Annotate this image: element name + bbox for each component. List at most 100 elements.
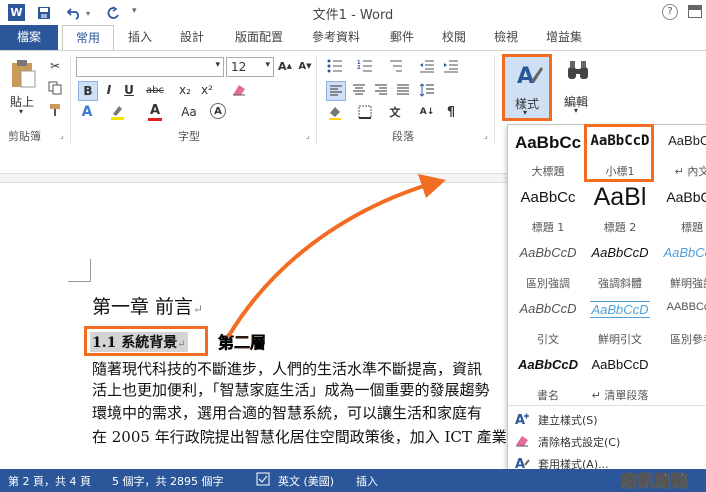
editing-button[interactable]: 編輯 ▾ [558,55,598,119]
style-name: 大標題 [531,165,565,178]
tab-mailings[interactable]: 郵件 [380,25,424,50]
grow-font-icon[interactable]: A ▲ [276,57,294,75]
font-size-combo[interactable]: 12 ▾ [226,57,274,77]
subscript-button[interactable]: x₂ [176,81,194,99]
tab-file[interactable]: 檔案 [0,25,58,50]
styles-icon: A [517,64,543,89]
margin-corner-mark [68,259,91,282]
align-right-icon[interactable] [372,81,390,99]
tab-references[interactable]: 參考資料 [302,25,370,50]
language-status[interactable]: 英文 (美國) [278,473,334,489]
style-item[interactable]: AaBbCcD 鮮明強調 [656,237,706,294]
paragraph-launcher-icon[interactable]: ⌟ [484,131,488,140]
align-center-icon[interactable] [350,81,368,99]
tab-layout[interactable]: 版面配置 [225,25,293,50]
style-item[interactable]: AaBbCcD 書名 [512,349,584,406]
style-preview: AaBbCcD [591,357,649,372]
tab-design[interactable]: 設計 [170,25,214,50]
line-spacing-icon[interactable] [418,81,436,99]
proofing-icon[interactable] [256,472,270,489]
decrease-indent-icon[interactable] [418,57,436,75]
strikethrough-button[interactable]: abc [146,81,164,99]
clear-formatting-menu-item[interactable]: 清除格式設定(C) [508,430,706,452]
style-name: 區別強調 [526,277,570,290]
style-name: 區別參考 [670,333,706,346]
font-size-dropdown-icon[interactable]: ▾ [265,60,270,70]
increase-indent-icon[interactable] [442,57,460,75]
italic-button[interactable]: I [100,81,118,99]
style-preview: AaBbCc [520,189,576,206]
svg-text:A: A [517,64,534,89]
change-case-icon[interactable]: Aa [180,103,198,121]
multilevel-list-icon[interactable] [386,57,404,75]
copy-icon[interactable] [46,79,64,97]
cut-icon[interactable]: ✂ [46,57,64,75]
borders-icon[interactable] [356,103,374,121]
style-preview: AaBbCc [514,133,582,152]
highlight-color-icon[interactable] [108,103,126,121]
style-item[interactable]: AaBbCc 標題 1 [512,181,584,238]
style-preview: AaBbCc [668,133,706,148]
chapter-heading: 第一章 前言↵ [92,292,203,319]
paste-button[interactable]: 貼上 ▾ [6,57,40,116]
font-launcher-icon[interactable]: ⌟ [306,131,310,140]
style-item[interactable]: AaBbCcD 引文 [512,293,584,350]
font-color-icon[interactable]: A [146,101,164,121]
text-effects-icon[interactable]: A [78,103,96,121]
style-name: 強調斜體 [598,277,642,290]
section-subheading[interactable]: 1.1 系統背景↵ [90,332,188,352]
chapter-heading-text: 第一章 前言 [92,296,194,318]
section-subheading-text: 1.1 系統背景 [92,335,178,351]
separator [494,55,495,143]
underline-button[interactable]: U [120,81,138,99]
word-count[interactable]: 5 個字，共 2895 個字 [112,473,223,489]
clipboard-launcher-icon[interactable]: ⌟ [60,131,64,140]
style-preview: AaBbCc [666,189,706,205]
font-size-value: 12 [231,60,247,74]
align-left-icon[interactable] [326,81,346,101]
style-item[interactable]: AaBbCc 大標題 [512,125,584,182]
clipboard-group-label: 剪貼簿 [8,130,41,143]
superscript-button[interactable]: x² [198,81,216,99]
tab-insert[interactable]: 插入 [118,25,162,50]
ribbon-display-icon[interactable] [688,5,702,18]
style-item[interactable]: AaBbCc ↵ 內文 [656,125,706,182]
styles-button[interactable]: A 樣式 ▾ [502,54,552,121]
bold-button[interactable]: B [78,81,98,101]
help-icon[interactable]: ? [662,4,678,20]
style-item[interactable]: AaBbCc 標題 [656,181,706,238]
bullets-icon[interactable] [326,57,344,75]
style-item[interactable]: AABBCcD 區別參考 [656,293,706,350]
enclose-character-icon[interactable]: A [210,103,226,119]
style-item[interactable]: AaBbCcD ↵ 清單段落 [584,349,656,406]
tab-view[interactable]: 檢視 [484,25,528,50]
tab-addins[interactable]: 增益集 [536,25,592,50]
shading-icon[interactable] [326,103,344,121]
justify-icon[interactable] [394,81,412,99]
numbering-icon[interactable]: 12 [356,57,374,75]
font-name-combo[interactable]: ▾ [76,57,224,77]
tab-review[interactable]: 校閱 [432,25,476,50]
style-item[interactable]: AaBbCcD 強調斜體 [584,237,656,294]
paragraph-mark: ↵ [177,339,186,350]
tab-home[interactable]: 常用 [62,25,114,51]
style-item[interactable]: AaBbCcD 區別強調 [512,237,584,294]
shrink-font-icon[interactable]: A ▼ [296,57,314,75]
create-style-menu-item[interactable]: A 建立樣式(S) [508,408,706,430]
font-name-dropdown-icon[interactable]: ▾ [215,60,220,70]
editing-dropdown-icon: ▾ [574,106,579,115]
chinese-layout-icon[interactable]: 文 [386,103,404,121]
clear-formatting-icon[interactable] [230,81,248,99]
insert-mode-status[interactable]: 插入 [356,473,378,489]
create-style-icon: A [515,413,529,427]
format-painter-icon[interactable] [46,101,64,119]
page-count[interactable]: 第 2 頁，共 4 頁 [8,473,91,489]
paragraph-group-label: 段落 [392,130,414,143]
body-line: 隨著現代科技的不斷進步，人們的生活水準不斷提高，資訊 [92,360,483,378]
style-item[interactable]: AaBbCcD 鮮明引文 [584,293,656,350]
clear-formatting-label: 清除格式設定(C) [538,436,621,449]
sort-icon[interactable]: A↓ [418,103,436,121]
annotation-arrow [226,174,446,339]
style-item[interactable]: AaBl 標題 2 [584,181,656,238]
show-marks-icon[interactable]: ¶ [442,103,460,121]
